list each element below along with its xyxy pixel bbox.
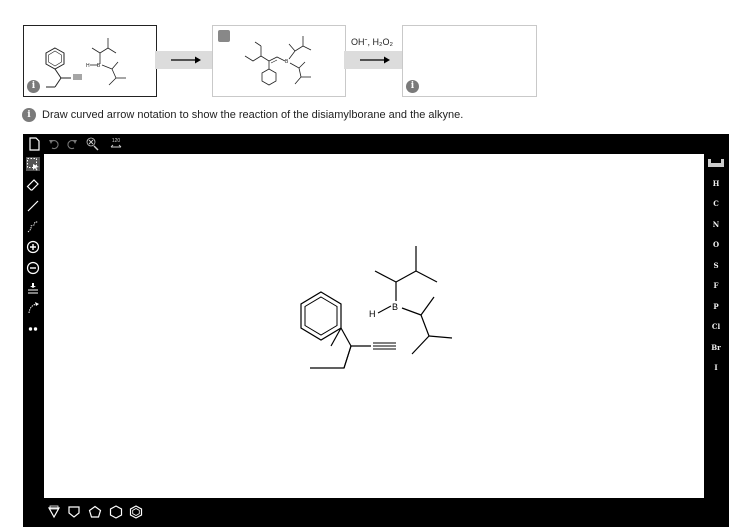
bond-icon[interactable] (26, 199, 40, 213)
product-box[interactable]: i (402, 25, 537, 97)
cyclopropane-icon[interactable] (47, 505, 61, 519)
flip-icon-label: 120 (112, 138, 121, 144)
molecule-drawing: H B (300, 246, 453, 369)
undo-icon[interactable] (47, 137, 61, 151)
reactant-info-icon[interactable]: i (27, 80, 40, 93)
element-f[interactable]: F (707, 279, 725, 293)
select-icon[interactable] (26, 157, 40, 171)
curved-arrow-icon[interactable] (26, 301, 40, 315)
element-br[interactable]: Br (707, 341, 725, 355)
element-c[interactable]: C (707, 197, 725, 211)
element-h[interactable]: H (707, 177, 725, 191)
lone-pair-icon[interactable] (26, 322, 40, 336)
instruction: i Draw curved arrow notation to show the… (22, 108, 463, 122)
element-s[interactable]: S (707, 259, 725, 273)
chain-icon[interactable] (26, 220, 40, 234)
erase-icon[interactable] (26, 178, 40, 192)
instruction-info-icon: i (22, 108, 36, 122)
cyclopentane-icon[interactable] (88, 505, 102, 519)
reactant-h-label: H (86, 63, 90, 69)
drawing-canvas[interactable]: H B (44, 154, 704, 498)
flip-icon[interactable]: 120 (109, 137, 123, 151)
cyclobutane-icon[interactable] (67, 505, 81, 519)
clean-icon[interactable] (86, 137, 100, 151)
reaction-arrow-2 (344, 51, 402, 69)
reaction-arrow-1 (155, 51, 212, 69)
instruction-text: Draw curved arrow notation to show the r… (42, 109, 464, 121)
structure-editor: 120 H B H C N O S F P Cl Br I (23, 134, 729, 527)
redo-icon[interactable] (65, 137, 79, 151)
minus-charge-icon[interactable] (26, 261, 40, 275)
hydrogen-label[interactable]: H (369, 309, 376, 319)
intermediate-structure: B (244, 36, 312, 86)
periodic-table-icon[interactable] (707, 157, 725, 171)
benzene-icon[interactable] (129, 505, 143, 519)
bottom-toolbar (23, 498, 729, 527)
new-document-icon[interactable] (27, 137, 41, 151)
element-cl[interactable]: Cl (707, 320, 725, 334)
element-p[interactable]: P (707, 300, 725, 314)
element-o[interactable]: O (707, 238, 725, 252)
element-n[interactable]: N (707, 218, 725, 232)
cyclohexane-icon[interactable] (109, 505, 123, 519)
top-toolbar: 120 (23, 134, 729, 154)
intermediate-box[interactable]: B (212, 25, 346, 97)
plus-charge-icon[interactable] (26, 240, 40, 254)
intermediate-b-label: B (285, 59, 289, 65)
reactant-box[interactable]: H B i (23, 25, 157, 97)
benzene-ring (300, 291, 342, 341)
arrow-icon[interactable] (26, 281, 40, 295)
boron-label[interactable]: B (392, 302, 398, 312)
product-info-icon[interactable]: i (406, 80, 419, 93)
reactant-structure: H B (45, 38, 126, 88)
reagents-label: OHˉ, H₂O₂ (351, 37, 393, 47)
element-i[interactable]: I (707, 361, 725, 375)
